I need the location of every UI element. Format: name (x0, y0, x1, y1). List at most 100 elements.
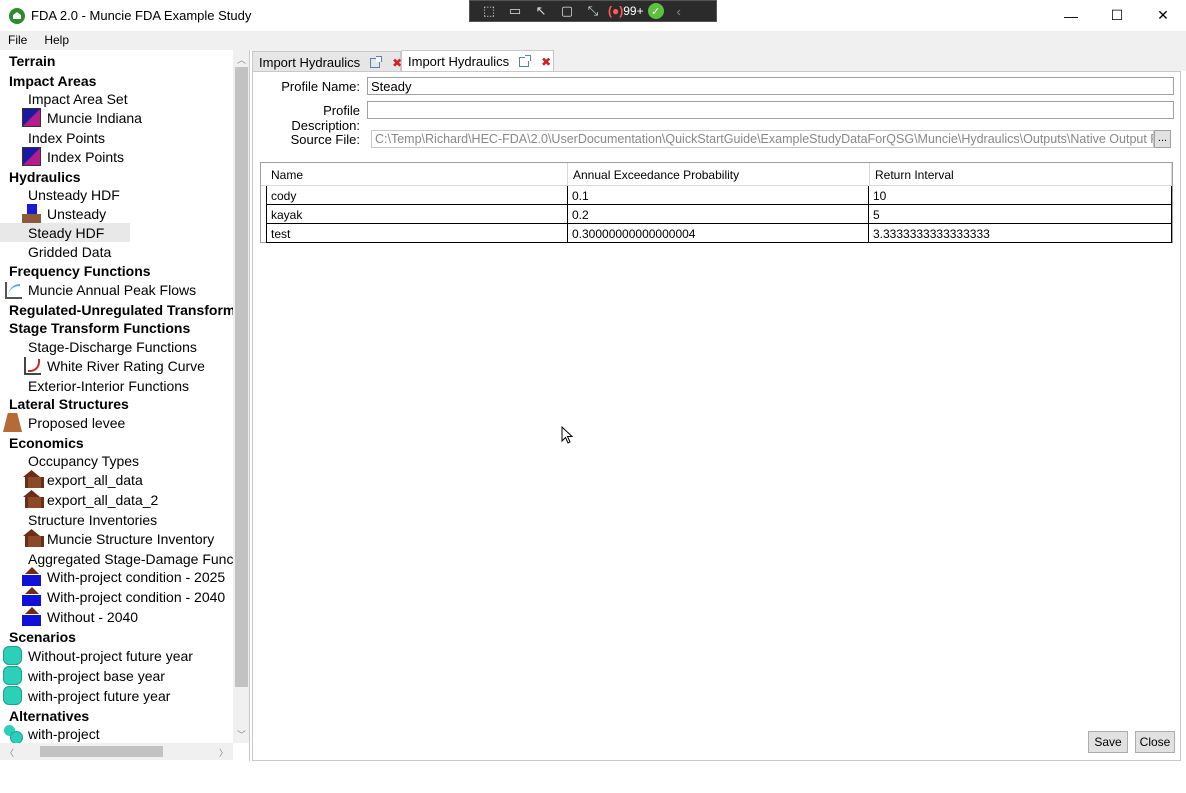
tree-index-points-item[interactable]: Index Points (22, 147, 124, 166)
tab-strip: Import Hydraulics ✖ Import Hydraulics ✖ (252, 50, 1186, 71)
impact-area-icon (22, 108, 41, 127)
tree-muncie-annual-peak-flows[interactable]: Muncie Annual Peak Flows (3, 280, 196, 299)
tree-impact-area-set[interactable]: Impact Area Set (28, 89, 128, 108)
minimize-button[interactable]: — (1048, 0, 1094, 31)
video-camera-icon[interactable]: ▭ (504, 2, 526, 20)
rating-curve-icon (22, 356, 41, 375)
column-header-name[interactable]: Name (266, 163, 568, 186)
window-capture-icon[interactable]: ▢ (556, 2, 578, 20)
cell-return-interval[interactable]: 10 (868, 186, 1172, 205)
cell-name[interactable]: kayak (266, 205, 568, 224)
scroll-capture-icon[interactable]: ⤡ (582, 2, 604, 20)
tree-wp2025-label: With-project condition - 2025 (47, 568, 226, 585)
pop-out-icon[interactable] (370, 56, 383, 68)
scroll-up-arrow-icon[interactable]: ︿ (237, 53, 246, 66)
tree-export-all-data-2[interactable]: export_all_data_2 (22, 490, 158, 509)
tree-stage-discharge[interactable]: Stage-Discharge Functions (28, 337, 197, 356)
table-row[interactable]: kayak 0.2 5 (266, 205, 1172, 224)
tree-proposed-levee[interactable]: Proposed levee (3, 413, 125, 432)
tree-exterior-interior[interactable]: Exterior-Interior Functions (28, 376, 189, 395)
tree-without-project-future[interactable]: Without-project future year (3, 646, 193, 665)
tree-impact-areas[interactable]: Impact Areas (9, 71, 96, 90)
tree-horizontal-scroll-thumb[interactable] (40, 746, 163, 757)
grid-header: Name Annual Exceedance Probability Retur… (261, 163, 1172, 186)
tree-unsteady-hdf[interactable]: Unsteady HDF (28, 185, 120, 204)
house-flood-icon (22, 587, 41, 606)
tree-steady-hdf[interactable]: Steady HDF (0, 223, 130, 242)
cell-aep[interactable]: 0.1 (567, 186, 869, 205)
tree-unsteady[interactable]: Unsteady (22, 204, 106, 223)
tree-export-all-data[interactable]: export_all_data (22, 470, 143, 489)
tree-stage-transform[interactable]: Stage Transform Functions (9, 318, 190, 337)
tree-economics[interactable]: Economics (9, 433, 84, 452)
tree-inventory-label: Muncie Structure Inventory (47, 530, 215, 547)
close-button[interactable]: Close (1135, 731, 1175, 753)
menu-bar: File Help (0, 31, 1186, 50)
alternative-icon (3, 724, 23, 744)
tree-vertical-scrollbar[interactable]: ︿ ﹀ (233, 50, 249, 743)
tree-scenarios[interactable]: Scenarios (9, 627, 76, 646)
region-select-icon[interactable]: ⬚ (478, 2, 500, 20)
cell-return-interval[interactable]: 5 (868, 205, 1172, 224)
tree-occupancy-types[interactable]: Occupancy Types (28, 451, 139, 470)
tree-alternatives[interactable]: Alternatives (9, 706, 89, 725)
tree-with-project-future[interactable]: with-project future year (3, 686, 170, 705)
tree-muncie-structure-inventory[interactable]: Muncie Structure Inventory (22, 529, 214, 548)
tree-hydraulics[interactable]: Hydraulics (9, 167, 81, 186)
pointer-select-icon[interactable]: ↖ (530, 2, 552, 20)
tree-without-2040[interactable]: Without - 2040 (22, 607, 138, 626)
profile-name-label: Profile Name: (281, 79, 360, 94)
tree-export-2-label: export_all_data_2 (47, 491, 159, 508)
menu-help[interactable]: Help (36, 31, 78, 50)
frequency-curve-icon (3, 280, 22, 299)
close-window-button[interactable]: ✕ (1140, 0, 1186, 31)
cell-return-interval[interactable]: 3.3333333333333333 (868, 224, 1172, 243)
menu-file[interactable]: File (0, 31, 36, 50)
tree-index-points-label: Index Points (47, 148, 125, 165)
scenario-icon (3, 686, 22, 705)
tree-white-river-rating[interactable]: White River Rating Curve (22, 356, 205, 375)
tree-with-project[interactable]: with-project (3, 724, 100, 744)
tree-lateral-structures[interactable]: Lateral Structures (9, 394, 129, 413)
tree-muncie-indiana[interactable]: Muncie Indiana (22, 108, 142, 127)
pop-out-icon[interactable] (519, 55, 532, 67)
window-title: FDA 2.0 - Muncie FDA Example Study (31, 8, 252, 23)
maximize-button[interactable]: ☐ (1094, 0, 1140, 31)
column-header-return-interval[interactable]: Return Interval (870, 163, 1172, 186)
tab-close-icon[interactable]: ✖ (541, 55, 551, 69)
column-header-aep[interactable]: Annual Exceedance Probability (568, 163, 870, 186)
tab-import-hydraulics-2[interactable]: Import Hydraulics ✖ (401, 50, 554, 71)
house-flood-icon (22, 567, 41, 586)
tree-regulated-unregulated[interactable]: Regulated-Unregulated Transform (9, 300, 235, 319)
tree-gridded-data[interactable]: Gridded Data (28, 242, 111, 261)
cell-aep[interactable]: 0.2 (567, 205, 869, 224)
profile-description-input[interactable] (367, 101, 1174, 119)
tree-index-points-group[interactable]: Index Points (28, 128, 105, 147)
cell-name[interactable]: cody (266, 186, 568, 205)
tree-aggregated-stage-damage[interactable]: Aggregated Stage-Damage Funct (28, 549, 237, 568)
tree-with-project-2025[interactable]: With-project condition - 2025 (22, 567, 225, 586)
tree-export-label: export_all_data (47, 471, 143, 488)
cell-name[interactable]: test (266, 224, 568, 243)
tree-with-project-base[interactable]: with-project base year (3, 666, 165, 685)
tree-vertical-scroll-thumb[interactable] (235, 67, 248, 687)
scroll-right-arrow-icon[interactable]: 〉 (219, 746, 228, 759)
save-button[interactable]: Save (1088, 731, 1128, 753)
browse-button[interactable]: ... (1154, 130, 1171, 148)
table-row[interactable]: cody 0.1 10 (266, 186, 1172, 205)
notification-badge[interactable]: (●)99+ (608, 4, 644, 18)
scenario-icon (3, 666, 22, 685)
tree-terrain[interactable]: Terrain (9, 51, 55, 70)
check-icon[interactable]: ✓ (647, 3, 664, 19)
tree-frequency-functions[interactable]: Frequency Functions (9, 261, 151, 280)
cell-aep[interactable]: 0.30000000000000004 (567, 224, 869, 243)
tree-horizontal-scrollbar[interactable]: 〈 〉 (0, 743, 233, 760)
tree-structure-inventories[interactable]: Structure Inventories (28, 510, 157, 529)
collapse-chevron-icon[interactable]: ‹ (668, 2, 690, 20)
tab-import-hydraulics-1[interactable]: Import Hydraulics ✖ (252, 51, 402, 71)
scroll-down-arrow-icon[interactable]: ﹀ (237, 728, 246, 741)
tree-with-project-2040[interactable]: With-project condition - 2040 (22, 587, 225, 606)
profile-name-input[interactable]: Steady (367, 77, 1174, 95)
table-row[interactable]: test 0.30000000000000004 3.3333333333333… (266, 224, 1172, 243)
scroll-left-arrow-icon[interactable]: 〈 (5, 746, 14, 759)
